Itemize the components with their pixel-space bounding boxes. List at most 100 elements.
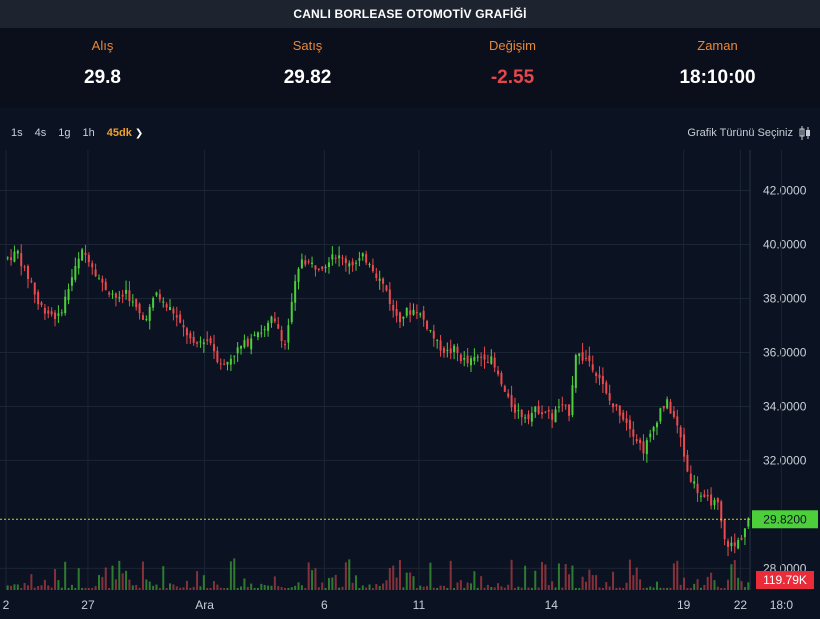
candle-down: [30, 280, 33, 282]
candle-down: [20, 253, 23, 267]
volume-bar: [388, 568, 391, 590]
volume-bar: [551, 581, 554, 590]
volume-bar: [182, 587, 185, 590]
volume-bar: [361, 585, 364, 590]
volume-bar: [114, 579, 117, 590]
volume-bar: [131, 585, 134, 590]
volume-bar: [459, 580, 462, 590]
candle-down: [135, 298, 138, 308]
candle-up: [574, 355, 577, 388]
time-value: 18:10:00: [679, 67, 756, 88]
volume-bar: [10, 585, 13, 590]
timeframe-1g[interactable]: 1g: [57, 125, 71, 141]
candle-up: [297, 268, 300, 282]
volume-bar: [723, 587, 726, 590]
volume-bar: [138, 587, 141, 590]
candle-up: [419, 313, 422, 315]
candlestick-icon: [799, 126, 810, 140]
volume-bar: [172, 584, 175, 590]
volume-bar: [314, 568, 317, 590]
timeframe-1s[interactable]: 1s: [10, 125, 24, 141]
volume-bar: [229, 561, 232, 590]
candle-down: [622, 412, 625, 420]
volume-bar: [412, 576, 415, 590]
volume-bar: [294, 585, 297, 590]
volume-bar: [402, 587, 405, 590]
candle-up: [524, 417, 527, 419]
volume-bar: [77, 568, 80, 590]
volume-bar: [578, 587, 581, 590]
volume-bar: [493, 587, 496, 590]
candle-down: [561, 404, 564, 406]
candle-down: [277, 324, 280, 329]
volume-bar: [483, 587, 486, 590]
candle-up: [693, 481, 696, 484]
timeframe-4s[interactable]: 4s: [34, 125, 48, 141]
volume-bar: [439, 585, 442, 590]
candle-down: [388, 289, 391, 305]
candle-down: [382, 278, 385, 284]
volume-bar: [656, 581, 658, 590]
y-tick-label: 40.0000: [763, 237, 807, 251]
volume-bar: [683, 577, 686, 590]
candle-down: [43, 307, 46, 314]
candle-down: [703, 494, 706, 497]
candle-up: [290, 301, 293, 323]
timeframe-45dk[interactable]: 45dk ❯: [106, 125, 144, 141]
volume-bar: [158, 587, 161, 590]
volume-bar: [432, 587, 435, 590]
volume-bar: [561, 587, 564, 590]
volume-bar: [429, 562, 432, 590]
volume-bar: [541, 561, 544, 590]
candle-down: [392, 305, 395, 311]
candle-up: [6, 257, 9, 259]
candle-up: [152, 298, 155, 308]
timeframe-1h[interactable]: 1h: [82, 125, 96, 141]
volume-bar: [307, 562, 310, 590]
price-chart[interactable]: 42.0000 40.0000 38.0000 36.0000 34.0000 32.00…: [0, 150, 820, 619]
volume-bar: [486, 584, 489, 590]
volume-bar: [304, 588, 307, 590]
candle-up: [240, 345, 243, 349]
candle-up: [659, 408, 662, 422]
volume-bar: [615, 587, 618, 590]
volume-bar: [453, 587, 456, 590]
candle-up: [263, 329, 266, 331]
volume-bar: [378, 586, 381, 590]
volume-bar: [327, 577, 330, 590]
candle-down: [456, 346, 459, 354]
change-value: -2.55: [490, 67, 535, 88]
y-tick-label: 38.0000: [763, 291, 807, 305]
volume-bar: [263, 584, 266, 590]
candle-up: [652, 427, 655, 432]
volume-bar: [175, 586, 178, 590]
volume-bar: [37, 586, 40, 590]
volume-bar: [743, 587, 746, 590]
candle-down: [564, 404, 567, 406]
chart-type-selector[interactable]: Grafik Türünü Seçiniz: [687, 120, 812, 146]
candle-up: [148, 306, 151, 321]
volume-bar: [179, 587, 182, 590]
volume-bar: [699, 587, 702, 590]
volume-bar: [645, 587, 648, 590]
volume-bar: [331, 577, 334, 590]
volume-bar: [155, 584, 158, 590]
candle-down: [206, 339, 209, 341]
volume-bar: [669, 587, 672, 590]
candle-down: [54, 312, 57, 320]
candle-down: [520, 409, 523, 418]
volume-bar: [152, 585, 155, 590]
candle-up: [378, 278, 381, 281]
candle-down: [513, 404, 516, 413]
candle-down: [608, 393, 611, 401]
volume-bar: [568, 574, 571, 590]
volume-bar: [446, 587, 449, 590]
volume-bar: [54, 569, 57, 590]
candle-down: [581, 352, 584, 361]
candle-down: [341, 257, 344, 259]
candle-up: [60, 312, 63, 314]
candle-down: [618, 405, 621, 416]
volume-bar: [216, 584, 219, 590]
candle-down: [544, 411, 547, 413]
volume-bar: [43, 579, 46, 590]
